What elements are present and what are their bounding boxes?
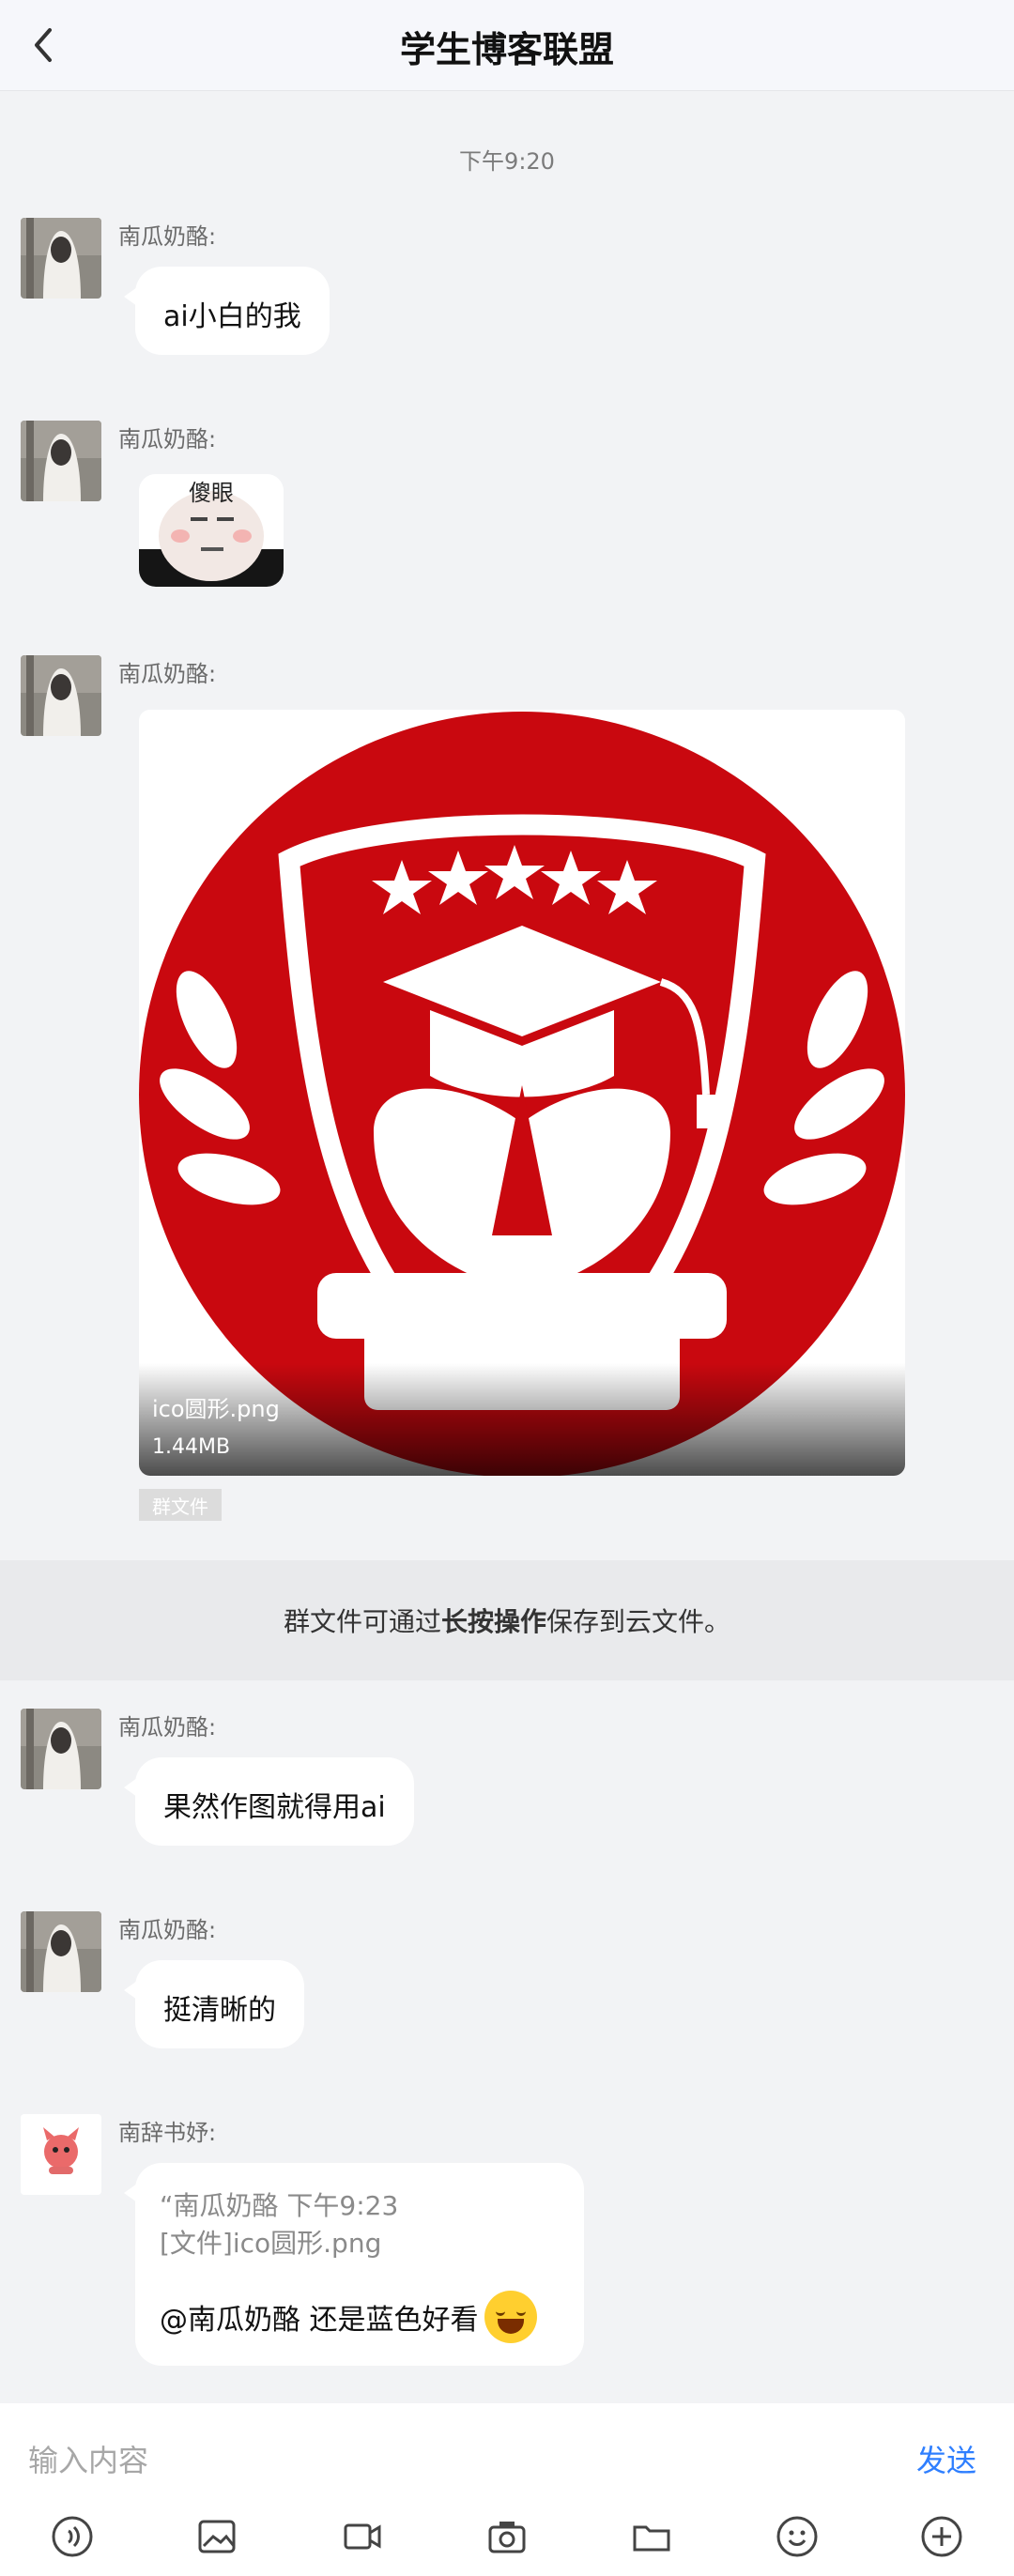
send-button[interactable]: 发送 <box>916 2437 976 2480</box>
sender-name: 南瓜奶酪: <box>118 1714 217 1740</box>
sender-name: 南瓜奶酪: <box>118 426 217 452</box>
folder-icon[interactable] <box>622 2507 682 2567</box>
composer-toolbar <box>0 2501 1014 2572</box>
file-image-card[interactable]: ico圆形.png 1.44MB <box>139 710 905 1476</box>
message-bubble[interactable]: 挺清晰的 <box>124 1960 304 2048</box>
sticker-image[interactable]: 傻眼 <box>139 474 284 587</box>
laugh-emoji-icon <box>484 2291 537 2343</box>
time-separator: 下午9:20 <box>459 148 555 175</box>
emoji-icon[interactable] <box>767 2507 827 2567</box>
camera-icon[interactable] <box>477 2507 537 2567</box>
avatar[interactable] <box>21 421 101 501</box>
notice-suffix: 保存到云文件。 <box>546 1606 731 1637</box>
voice-icon[interactable] <box>42 2507 102 2567</box>
notice-prefix: 群文件可通过 <box>283 1606 441 1637</box>
sender-name: 南辞书妤: <box>118 2120 217 2146</box>
system-notice: 群文件可通过 长按操作 保存到云文件。 <box>0 1560 1014 1680</box>
quoted-header: “南瓜奶酪 下午9:23 <box>160 2190 399 2221</box>
group-file-tag: 群文件 <box>139 1489 222 1521</box>
reply-content: @南瓜奶酪 还是蓝色好看 <box>160 2291 560 2343</box>
message-text: 果然作图就得用ai <box>163 1791 386 1824</box>
sticker-text: 傻眼 <box>189 480 234 506</box>
sender-name: 南瓜奶酪: <box>118 1917 217 1943</box>
image-icon[interactable] <box>187 2507 247 2567</box>
avatar[interactable] <box>21 1709 101 1789</box>
quoted-file: [文件]ico圆形.png <box>160 2228 382 2259</box>
reply-bubble[interactable]: “南瓜奶酪 下午9:23 [文件]ico圆形.png @南瓜奶酪 还是蓝色好看 <box>124 2163 584 2366</box>
logo-image <box>139 710 905 1476</box>
file-name: ico圆形.png <box>152 1396 280 1422</box>
avatar[interactable] <box>21 655 101 736</box>
message-text: 挺清晰的 <box>163 1994 276 2027</box>
plus-icon[interactable] <box>912 2507 972 2567</box>
avatar[interactable] <box>21 218 101 299</box>
video-icon[interactable] <box>332 2507 392 2567</box>
avatar[interactable] <box>21 2114 101 2195</box>
chat-title: 学生博客联盟 <box>399 29 614 70</box>
message-bubble[interactable]: ai小白的我 <box>124 267 330 355</box>
composer: 输入内容 发送 <box>0 2403 1014 2576</box>
top-bar: 学生博客联盟 <box>0 0 1014 91</box>
message-text: ai小白的我 <box>163 300 301 333</box>
avatar[interactable] <box>21 1911 101 1992</box>
sender-name: 南瓜奶酪: <box>118 661 217 687</box>
sender-name: 南瓜奶酪: <box>118 223 217 250</box>
message-input[interactable]: 输入内容 <box>28 2437 148 2480</box>
reply-text: @南瓜奶酪 还是蓝色好看 <box>160 2304 479 2337</box>
message-bubble[interactable]: 果然作图就得用ai <box>124 1757 414 1846</box>
notice-bold: 长按操作 <box>440 1606 546 1637</box>
file-size: 1.44MB <box>152 1435 231 1459</box>
